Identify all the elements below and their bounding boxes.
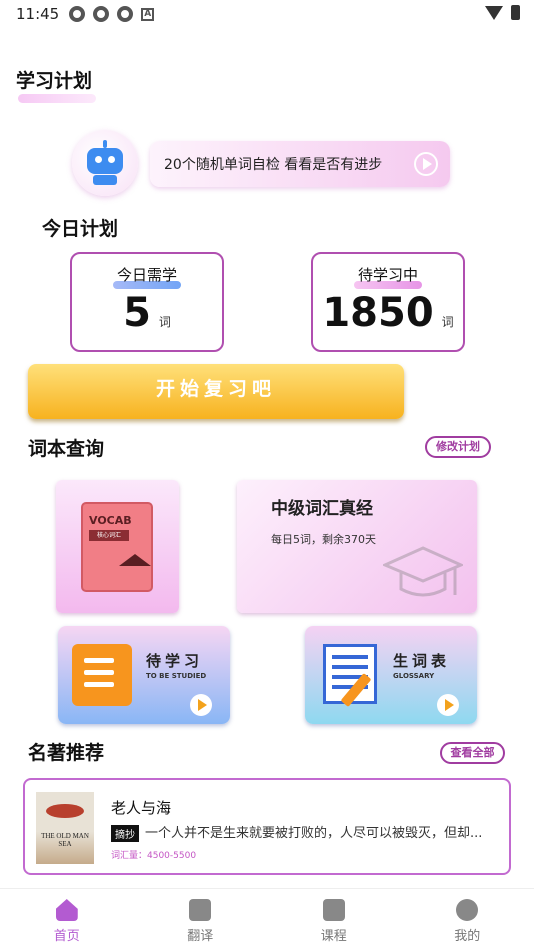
self-test-label: 20个随机单词自检 看看是否有进步: [164, 157, 383, 173]
play-icon[interactable]: [437, 694, 459, 716]
app-notification-icon: [93, 6, 110, 22]
vocab-book-tile[interactable]: VOCAB 核心词汇: [56, 480, 179, 613]
nav-translate[interactable]: 翻译: [134, 889, 268, 950]
status-time: 11:45: [16, 5, 60, 23]
self-test-banner[interactable]: 20个随机单词自检 看看是否有进步: [150, 141, 450, 187]
famous-books-title: 名著推荐: [28, 742, 105, 764]
page-title: 学习计划: [16, 66, 97, 103]
robot-avatar[interactable]: [72, 130, 138, 196]
vocab-book-subtitle: 核心词汇: [89, 530, 129, 541]
scroll-list-icon: [72, 644, 132, 706]
today-need-label: 今日需学: [116, 266, 177, 284]
course-progress: 每日5词，剩余370天: [271, 533, 376, 546]
glossary-label: 生词表: [393, 652, 451, 670]
nav-course-label: 课程: [320, 929, 347, 944]
profile-icon: [456, 899, 479, 921]
course-icon: [322, 899, 345, 921]
bottom-nav: 首页 翻译 课程 我的: [0, 888, 534, 950]
vocab-book-title: VOCAB: [89, 514, 132, 527]
view-all-button[interactable]: 查看全部: [440, 742, 505, 764]
glossary-en: GLOSSARY: [393, 672, 435, 680]
nav-course[interactable]: 课程: [267, 889, 401, 950]
book-excerpt: 摘抄 一个人并不是生来就要被打败的，人尽可以被毁灭，但却...: [111, 822, 482, 842]
battery-icon: [511, 5, 520, 20]
today-need-card: 今日需学 5词: [70, 252, 224, 352]
to-study-en: TO BE STUDIED: [146, 672, 207, 680]
nav-home[interactable]: 首页: [0, 889, 134, 950]
app-notification-icon: [117, 6, 134, 22]
robot-icon: [103, 140, 107, 148]
today-plan-title: 今日计划: [42, 218, 119, 240]
pending-card: 待学习中 1850 词: [311, 252, 465, 352]
vocab-book-icon: VOCAB 核心词汇: [81, 502, 153, 592]
edit-plan-button[interactable]: 修改计划: [425, 436, 491, 458]
graduation-cap-icon: [119, 554, 151, 566]
play-icon[interactable]: [190, 694, 212, 716]
pending-unit: 词: [441, 315, 454, 329]
play-icon[interactable]: [414, 152, 438, 176]
nav-mine-label: 我的: [454, 929, 481, 944]
course-name: 中级词汇真经: [271, 499, 373, 519]
a-notification-icon: A: [141, 7, 155, 21]
book-cover-image: THE OLD MAN SEA: [36, 792, 94, 864]
course-card[interactable]: 中级词汇真经 每日5词，剩余370天: [237, 480, 477, 613]
book-vocab-range: 词汇量：4500-5500: [111, 851, 197, 861]
book-card[interactable]: THE OLD MAN SEA 老人与海 摘抄 一个人并不是生来就要被打败的，人尽…: [23, 778, 511, 875]
translate-icon: [189, 899, 212, 921]
pending-value: 1850: [322, 290, 434, 336]
app-notification-icon: [69, 6, 86, 22]
book-cover-title: THE OLD MAN SEA: [41, 832, 89, 848]
excerpt-tag: 摘抄: [111, 825, 139, 842]
graduation-cap-icon: [383, 546, 463, 597]
wordbook-title: 词本查询: [28, 438, 105, 460]
home-icon: [55, 899, 78, 921]
nav-home-label: 首页: [53, 929, 80, 944]
nav-mine[interactable]: 我的: [401, 889, 534, 950]
nav-translate-label: 翻译: [187, 929, 214, 944]
to-study-label: 待学习: [146, 652, 204, 670]
today-need-unit: 词: [158, 315, 171, 329]
excerpt-text: 一个人并不是生来就要被打败的，人尽可以被毁灭，但却...: [145, 826, 483, 841]
start-review-button[interactable]: 开始复习吧: [28, 364, 404, 419]
pending-label: 待学习中: [357, 266, 418, 284]
wifi-icon: [485, 5, 503, 20]
today-need-value: 5: [123, 290, 151, 336]
to-study-tile[interactable]: 待学习 TO BE STUDIED: [58, 626, 230, 724]
glossary-tile[interactable]: 生词表 GLOSSARY: [305, 626, 477, 724]
book-title: 老人与海: [111, 799, 172, 817]
status-bar: 11:45 A: [0, 0, 534, 28]
